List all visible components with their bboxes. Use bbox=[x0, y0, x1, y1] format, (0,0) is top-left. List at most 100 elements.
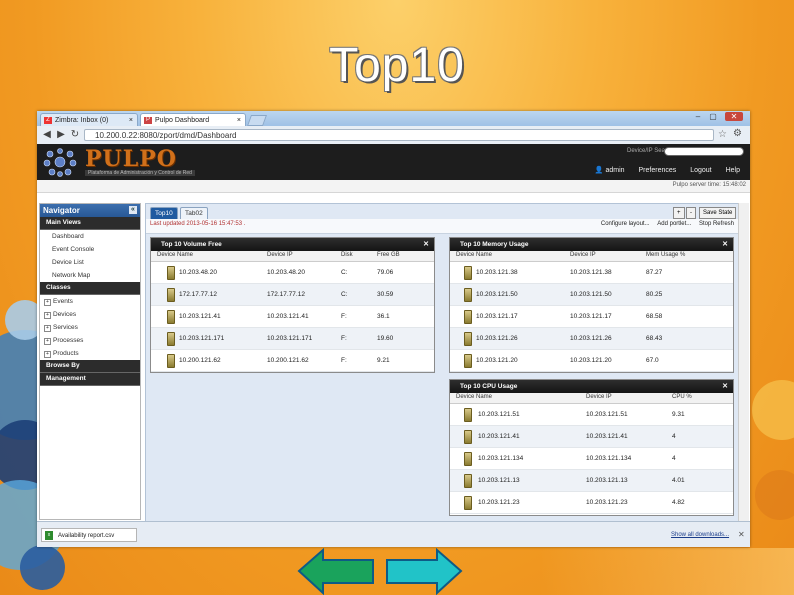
csv-file-icon: x bbox=[45, 531, 53, 540]
table-row[interactable]: 10.203.121.50 10.203.121.50 80.25 bbox=[450, 284, 733, 306]
bookmark-star-icon[interactable]: ☆ bbox=[718, 129, 727, 140]
next-slide-arrow-icon[interactable] bbox=[383, 548, 463, 595]
logout-link[interactable]: Logout bbox=[690, 167, 711, 174]
device-name[interactable]: 10.203.121.23 bbox=[478, 499, 520, 506]
expand-icon[interactable]: + bbox=[44, 351, 51, 358]
column-header[interactable]: Device IP bbox=[586, 394, 612, 400]
wrench-icon[interactable]: ⚙ bbox=[733, 128, 742, 139]
device-name[interactable]: 10.203.121.26 bbox=[476, 335, 518, 342]
slide-title: Top10 bbox=[329, 39, 465, 92]
close-icon[interactable]: ✕ bbox=[722, 380, 728, 393]
browser-tab-zimbra[interactable]: Z Zimbra: Inbox (0) × bbox=[40, 113, 138, 126]
url-input[interactable]: 10.200.0.22:8080/zport/dmd/Dashboard bbox=[84, 129, 714, 141]
table-row[interactable]: 10.203.121.26 10.203.121.26 68.43 bbox=[450, 328, 733, 350]
device-name[interactable]: 10.203.121.171 bbox=[179, 335, 224, 342]
maximize-button[interactable]: ▢ bbox=[707, 112, 719, 121]
minimize-button[interactable]: – bbox=[692, 112, 704, 121]
device-name[interactable]: 10.200.121.62 bbox=[179, 357, 221, 364]
column-header[interactable]: Device Name bbox=[456, 394, 492, 400]
nav-item-dashboard[interactable]: Dashboard bbox=[40, 230, 140, 243]
table-row[interactable]: 10.203.121.23 10.203.121.23 4.82 bbox=[450, 492, 733, 514]
table-row[interactable]: 10.203.121.41 10.203.121.41 F: 36.1 bbox=[151, 306, 434, 328]
nav-item-services[interactable]: + Services bbox=[40, 321, 140, 334]
nav-section-management[interactable]: Management bbox=[40, 373, 140, 386]
table-row[interactable]: 10.203.121.13 10.203.121.13 4.01 bbox=[450, 470, 733, 492]
table-row[interactable]: 10.203.121.171 10.203.121.171 F: 19.60 bbox=[151, 328, 434, 350]
previous-slide-arrow-icon[interactable] bbox=[297, 548, 377, 595]
close-icon[interactable]: ✕ bbox=[722, 238, 728, 251]
nav-item-device-list[interactable]: Device List bbox=[40, 256, 140, 269]
column-header[interactable]: Device Name bbox=[157, 252, 193, 258]
nav-item-events[interactable]: + Events bbox=[40, 295, 140, 308]
add-portlet-link[interactable]: Add portlet... bbox=[657, 221, 691, 227]
device-name[interactable]: 10.203.121.50 bbox=[476, 291, 518, 298]
table-row[interactable]: 10.200.121.62 10.200.121.62 F: 9.21 bbox=[151, 350, 434, 372]
table-row[interactable]: 10.203.121.134 10.203.121.134 4 bbox=[450, 448, 733, 470]
column-header[interactable]: Device IP bbox=[570, 252, 596, 258]
table-row[interactable]: 10.203.121.17 10.203.121.17 68.58 bbox=[450, 306, 733, 328]
configure-layout-link[interactable]: Configure layout... bbox=[601, 221, 650, 227]
new-tab-button[interactable] bbox=[246, 115, 268, 126]
nav-item-processes[interactable]: + Processes bbox=[40, 334, 140, 347]
table-row[interactable]: 10.203.121.41 10.203.121.41 4 bbox=[450, 426, 733, 448]
device-name[interactable]: 10.203.48.20 bbox=[179, 269, 217, 276]
column-header[interactable]: Free GB bbox=[377, 252, 400, 258]
reload-icon[interactable]: ↻ bbox=[69, 129, 81, 141]
column-header[interactable]: CPU % bbox=[672, 394, 692, 400]
column-header[interactable]: Mem Usage % bbox=[646, 252, 685, 258]
nav-item-products[interactable]: + Products bbox=[40, 347, 140, 360]
table-row[interactable]: 172.17.77.12 172.17.77.12 C: 30.59 bbox=[151, 284, 434, 306]
column-header[interactable]: Disk bbox=[341, 252, 353, 258]
table-row[interactable]: 10.203.121.51 10.203.121.51 9.31 bbox=[450, 404, 733, 426]
device-name[interactable]: 10.203.121.13 bbox=[478, 477, 520, 484]
portlet-header: Top 10 CPU Usage ✕ bbox=[450, 380, 733, 393]
nav-item-event-console[interactable]: Event Console bbox=[40, 243, 140, 256]
download-item[interactable]: x Availability report.csv bbox=[41, 528, 137, 542]
device-name[interactable]: 10.203.121.20 bbox=[476, 357, 518, 364]
nav-section-classes[interactable]: Classes bbox=[40, 282, 140, 295]
expand-icon[interactable]: + bbox=[44, 338, 51, 345]
server-icon bbox=[167, 310, 175, 324]
preferences-link[interactable]: Preferences bbox=[639, 167, 677, 174]
collapse-icon[interactable]: « bbox=[129, 206, 137, 214]
nav-section-main-views[interactable]: Main Views bbox=[40, 217, 140, 230]
device-search-input[interactable] bbox=[664, 147, 744, 156]
column-header[interactable]: Device IP bbox=[267, 252, 293, 258]
address-bar: ◀ ▶ ↻ 10.200.0.22:8080/zport/dmd/Dashboa… bbox=[37, 126, 750, 145]
device-ip: 10.203.121.26 bbox=[570, 335, 612, 342]
forward-icon[interactable]: ▶ bbox=[55, 129, 67, 141]
device-name[interactable]: 10.203.121.17 bbox=[476, 313, 518, 320]
column-header[interactable]: Device Name bbox=[456, 252, 492, 258]
nav-item-devices[interactable]: + Devices bbox=[40, 308, 140, 321]
device-name[interactable]: 172.17.77.12 bbox=[179, 291, 217, 298]
pulpo-logo-icon bbox=[43, 148, 77, 177]
close-icon[interactable]: ✕ bbox=[738, 530, 745, 539]
device-name[interactable]: 10.203.121.38 bbox=[476, 269, 518, 276]
browser-tab-pulpo[interactable]: P Pulpo Dashboard × bbox=[140, 113, 246, 126]
nav-item-network-map[interactable]: Network Map bbox=[40, 269, 140, 282]
table-row[interactable]: 10.203.48.20 10.203.48.20 C: 79.06 bbox=[151, 262, 434, 284]
page-scrollbar[interactable] bbox=[738, 203, 749, 521]
expand-icon[interactable]: + bbox=[44, 312, 51, 319]
server-icon bbox=[464, 430, 472, 444]
add-tab-button[interactable]: + bbox=[673, 207, 685, 219]
device-name[interactable]: 10.203.121.41 bbox=[478, 433, 520, 440]
device-name[interactable]: 10.203.121.41 bbox=[179, 313, 221, 320]
save-state-button[interactable]: Save State bbox=[699, 207, 737, 219]
help-link[interactable]: Help bbox=[726, 167, 740, 174]
window-close-button[interactable]: ✕ bbox=[725, 112, 743, 121]
close-icon[interactable]: ✕ bbox=[423, 238, 429, 251]
user-links: 👤 admin Preferences Logout Help bbox=[595, 166, 740, 174]
table-row[interactable]: 10.203.121.38 10.203.121.38 87.27 bbox=[450, 262, 733, 284]
expand-icon[interactable]: + bbox=[44, 299, 51, 306]
decor-circle bbox=[20, 545, 65, 590]
expand-icon[interactable]: + bbox=[44, 325, 51, 332]
remove-tab-button[interactable]: - bbox=[686, 207, 696, 219]
show-all-downloads-link[interactable]: Show all downloads... bbox=[671, 532, 729, 538]
table-row[interactable]: 10.203.121.20 10.203.121.20 67.0 bbox=[450, 350, 733, 372]
stop-refresh-link[interactable]: Stop Refresh bbox=[699, 221, 734, 227]
nav-section-browse-by[interactable]: Browse By bbox=[40, 360, 140, 373]
device-name[interactable]: 10.203.121.51 bbox=[478, 411, 520, 418]
back-icon[interactable]: ◀ bbox=[41, 129, 53, 141]
device-name[interactable]: 10.203.121.134 bbox=[478, 455, 523, 462]
